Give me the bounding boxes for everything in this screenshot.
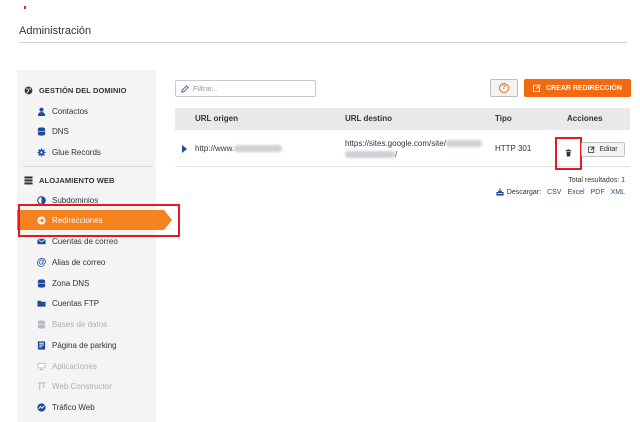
sidebar-item-label: Tráfico Web: [52, 402, 95, 412]
edit-button[interactable]: Editar: [581, 142, 625, 157]
sidebar-item-aplicaciones[interactable]: Aplicaciones: [17, 356, 156, 376]
sidebar-section-domain: GESTIÓN DEL DOMINIO: [17, 80, 156, 100]
user-icon: [37, 107, 46, 116]
pencil-icon: [181, 84, 189, 93]
database-icon: [37, 126, 46, 136]
database-icon: [37, 319, 46, 329]
sidebar-item-bases-datos[interactable]: Bases de datos: [17, 314, 156, 334]
sidebar-item-trafico-web[interactable]: Tráfico Web: [17, 397, 156, 417]
edit-square-icon: [588, 146, 595, 153]
sidebar-item-label: Alias de correo: [52, 257, 106, 267]
destination-url-line2: /: [345, 150, 397, 159]
brand-mark: [24, 6, 26, 9]
destination-url-line1: https://sites.google.com/site/: [345, 139, 482, 148]
sidebar-item-glue-records[interactable]: Glue Records: [17, 142, 156, 162]
sidebar-section-title: GESTIÓN DEL DOMINIO: [39, 85, 127, 95]
sidebar-item-label: Web Constructor: [52, 381, 112, 391]
create-redirect-button[interactable]: CREAR REDIRECCIÓN: [524, 79, 631, 97]
sidebar-item-label: Glue Records: [52, 147, 101, 157]
envelope-icon: [37, 237, 46, 246]
sidebar-item-label: Página de parking: [52, 340, 117, 350]
column-header-destination: URL destino: [345, 114, 392, 123]
filter-placeholder: Filtrar...: [193, 84, 219, 93]
sidebar-item-label: Zona DNS: [52, 278, 90, 288]
sidebar-item-contactos[interactable]: Contactos: [17, 101, 156, 121]
filter-input[interactable]: Filtrar...: [175, 80, 316, 97]
help-icon: ?: [499, 83, 509, 93]
trash-icon[interactable]: [565, 144, 572, 162]
expand-arrow-icon[interactable]: [182, 145, 187, 153]
destination-url: https://sites.google.com/site/: [345, 139, 446, 148]
folder-icon: [37, 299, 46, 308]
column-header-type: Tipo: [495, 114, 512, 123]
sidebar-item-label: Cuentas FTP: [52, 298, 100, 308]
download-pdf-link[interactable]: PDF: [591, 189, 605, 196]
destination-url-end: /: [395, 150, 398, 159]
sidebar-item-label: Contactos: [52, 106, 89, 116]
redacted-text: [445, 140, 482, 148]
download-label: Descargar:: [506, 188, 542, 196]
sidebar: GESTIÓN DEL DOMINIO Contactos DNS Glue R…: [17, 70, 172, 422]
create-redirect-label: CREAR REDIRECCIÓN: [546, 84, 622, 92]
origin-url-cell: http://www.: [195, 144, 283, 153]
page-icon: [37, 340, 46, 350]
sidebar-item-cuentas-ftp[interactable]: Cuentas FTP: [17, 293, 156, 313]
sidebar-item-alias-correo[interactable]: @ Alias de correo: [17, 252, 156, 272]
at-icon: @: [36, 256, 47, 268]
edit-square-icon: [533, 84, 541, 92]
sidebar-item-label: Cuentas de correo: [52, 236, 118, 246]
redacted-text: [345, 151, 395, 159]
origin-url: http://www.: [195, 144, 235, 153]
title-divider: [19, 42, 627, 43]
help-button[interactable]: ?: [490, 79, 518, 97]
column-header-origin: URL origen: [195, 114, 238, 123]
globe-icon: [24, 86, 33, 95]
sidebar-item-web-constructor[interactable]: Web Constructor: [17, 376, 156, 396]
sidebar-section-hosting: ALOJAMIENTO WEB: [17, 170, 156, 190]
download-bar: Descargar: CSV Excel PDF XML: [496, 188, 625, 196]
sidebar-item-label: Aplicaciones: [52, 361, 97, 371]
download-xml-link[interactable]: XML: [611, 189, 625, 196]
crane-icon: [37, 381, 46, 391]
sidebar-section-title: ALOJAMIENTO WEB: [39, 175, 115, 185]
monitor-icon: [37, 362, 46, 371]
highlight-box-redirecciones: [18, 204, 180, 237]
column-header-actions: Acciones: [567, 114, 603, 123]
type-cell: HTTP 301: [495, 144, 532, 153]
download-csv-link[interactable]: CSV: [547, 189, 561, 196]
chart-icon: [37, 402, 46, 412]
sidebar-item-label: DNS: [52, 126, 69, 136]
gear-icon: [37, 147, 46, 157]
stack-icon: [24, 175, 33, 185]
download-excel-link[interactable]: Excel: [567, 189, 584, 196]
table-header: URL origen URL destino Tipo Acciones: [175, 108, 630, 130]
database-icon: [37, 278, 46, 288]
page-title: Administración: [19, 25, 92, 37]
total-results: Total resultados: 1: [568, 177, 625, 184]
download-icon: [496, 188, 504, 196]
redacted-text: [234, 145, 283, 153]
edit-label: Editar: [599, 146, 618, 153]
sidebar-item-zona-dns[interactable]: Zona DNS: [17, 273, 156, 293]
sidebar-item-pagina-parking[interactable]: Página de parking: [17, 335, 156, 355]
sidebar-divider: [23, 166, 153, 167]
sidebar-item-label: Bases de datos: [52, 319, 108, 329]
sidebar-item-dns[interactable]: DNS: [17, 121, 156, 141]
